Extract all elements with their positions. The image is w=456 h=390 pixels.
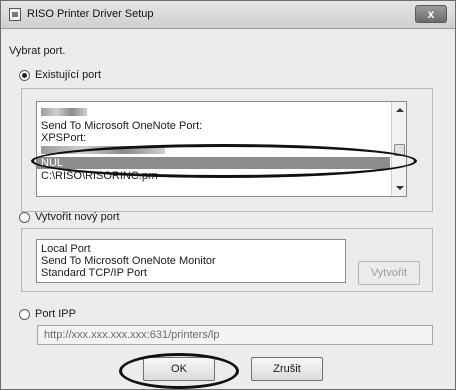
existing-port-radio[interactable] xyxy=(19,70,30,81)
window-title: RISO Printer Driver Setup xyxy=(27,8,154,20)
port-type-item[interactable]: Local Port xyxy=(41,243,91,255)
title-bar[interactable]: RISO Printer Driver Setup x xyxy=(1,1,455,29)
ipp-port-label[interactable]: Port IPP xyxy=(35,308,76,320)
scroll-down-icon[interactable] xyxy=(396,186,404,190)
select-port-heading: Vybrat port. xyxy=(9,45,66,57)
new-port-label[interactable]: Vytvořit nový port xyxy=(35,211,120,223)
existing-port-group: Send To Microsoft OneNote Port: XPSPort:… xyxy=(21,88,433,212)
new-port-type-list[interactable]: Local Port Send To Microsoft OneNote Mon… xyxy=(36,239,346,283)
scroll-up-icon[interactable] xyxy=(396,108,404,112)
port-list-item[interactable]: XPSPort: xyxy=(41,132,86,144)
cancel-button[interactable]: Zrušit xyxy=(251,357,323,381)
port-list-item[interactable]: Send To Microsoft OneNote Port: xyxy=(41,120,202,132)
port-type-item[interactable]: Send To Microsoft OneNote Monitor xyxy=(41,255,216,267)
port-type-item[interactable]: Standard TCP/IP Port xyxy=(41,267,147,279)
ipp-url-field[interactable]: http://xxx.xxx.xxx.xxx:631/printers/lp xyxy=(37,325,433,345)
port-list-scrollbar[interactable] xyxy=(391,102,406,196)
create-port-button[interactable]: Vytvořit xyxy=(358,261,420,285)
new-port-group: Local Port Send To Microsoft OneNote Mon… xyxy=(21,228,433,292)
existing-port-label[interactable]: Existující port xyxy=(35,69,101,81)
existing-port-list[interactable]: Send To Microsoft OneNote Port: XPSPort:… xyxy=(36,101,407,197)
close-icon: x xyxy=(427,7,435,21)
dialog-body: Vybrat port. Existující port Send To Mic… xyxy=(5,30,453,386)
new-port-radio[interactable] xyxy=(19,212,30,223)
close-button[interactable]: x xyxy=(415,5,447,23)
redacted-port-item[interactable] xyxy=(41,108,87,116)
scroll-thumb[interactable] xyxy=(394,144,405,156)
redacted-port-item[interactable] xyxy=(41,146,165,154)
printer-driver-setup-dialog: RISO Printer Driver Setup x Vybrat port.… xyxy=(0,0,456,390)
printer-app-icon xyxy=(9,8,21,21)
port-list-item-selected[interactable]: NUL xyxy=(37,157,390,169)
ok-button[interactable]: OK xyxy=(143,357,215,381)
ipp-port-radio[interactable] xyxy=(19,309,30,320)
port-list-item[interactable]: C:\RISO\RISORINC.prn xyxy=(41,170,158,182)
